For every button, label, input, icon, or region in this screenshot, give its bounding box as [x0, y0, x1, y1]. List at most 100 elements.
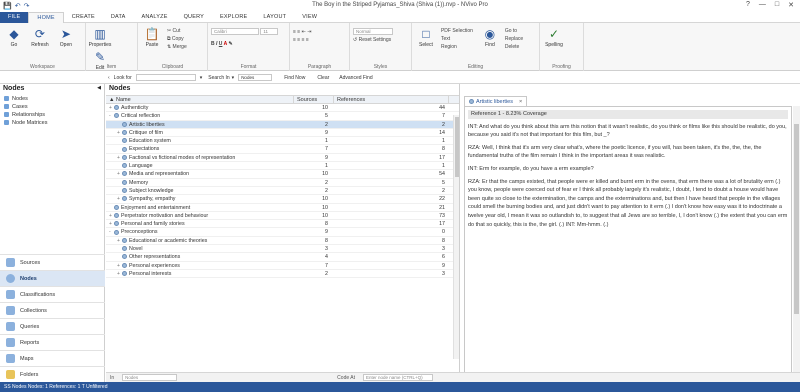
- advanced-find-button[interactable]: Advanced Find: [339, 75, 372, 81]
- tab-file[interactable]: FILE: [0, 11, 29, 23]
- delete-button[interactable]: Delete: [505, 43, 523, 51]
- list-scrollbar[interactable]: [453, 115, 459, 359]
- style-select[interactable]: Normal: [353, 28, 393, 36]
- table-row[interactable]: + Authenticity 10 44: [106, 104, 459, 113]
- font-color-icon[interactable]: A: [224, 41, 227, 47]
- tab-analyze[interactable]: ANALYZE: [134, 12, 176, 23]
- pdf-selection-button[interactable]: PDF Selection: [441, 27, 477, 35]
- nav-tree-cases[interactable]: Cases: [0, 103, 104, 111]
- clear-button[interactable]: Clear: [317, 75, 329, 81]
- close-tab-icon[interactable]: ×: [519, 99, 522, 105]
- nav-pin-icon[interactable]: ◀: [97, 85, 101, 94]
- table-row[interactable]: Artistic liberties 2 2: [106, 120, 459, 129]
- column-name[interactable]: ▲ Name: [106, 96, 294, 103]
- table-row[interactable]: Language 1 1: [106, 162, 459, 171]
- nav-nodes-button[interactable]: Nodes: [0, 270, 105, 286]
- table-row[interactable]: + Perpetrator motivation and behaviour 10 7…: [106, 212, 459, 221]
- font-size-select[interactable]: 11: [260, 28, 279, 36]
- reset-settings-button[interactable]: ↺ Reset Settings: [353, 36, 408, 44]
- nav-sources-button[interactable]: Sources: [0, 254, 105, 270]
- coded-content[interactable]: Reference 1 - 8.23% Coverage INT: And wh…: [464, 106, 792, 374]
- nav-reports-button[interactable]: Reports: [0, 334, 105, 350]
- align-icons[interactable]: ≡ ≡ ≡ ≡: [293, 36, 346, 44]
- dropdown-icon[interactable]: ▾: [200, 75, 203, 81]
- merge-button[interactable]: ⇅ Merge: [167, 43, 187, 51]
- tab-view[interactable]: VIEW: [294, 12, 325, 23]
- nav-tree-relationships[interactable]: Relationships: [0, 111, 104, 119]
- tab-home[interactable]: HOME: [28, 11, 64, 23]
- references-cell: 22: [439, 196, 445, 203]
- table-row[interactable]: Memory 2 5: [106, 179, 459, 187]
- column-references[interactable]: References: [334, 96, 449, 103]
- look-for-input[interactable]: [135, 74, 196, 81]
- in-field[interactable]: Nodes: [122, 374, 178, 381]
- table-row[interactable]: Expectations 7 8: [106, 145, 459, 154]
- table-row[interactable]: + Personal and family stories 8 17: [106, 220, 459, 229]
- open-button[interactable]: ➤ Open: [55, 25, 77, 48]
- italic-button[interactable]: I: [216, 41, 217, 47]
- code-at-input[interactable]: Enter node name (CTRL+Q): [362, 374, 433, 381]
- region-button[interactable]: Region: [441, 43, 477, 51]
- detail-scrollbar[interactable]: [793, 106, 800, 374]
- tab-data[interactable]: DATA: [103, 12, 134, 23]
- replace-button[interactable]: Replace: [505, 35, 523, 43]
- list-scrollbar-thumb[interactable]: [455, 117, 459, 177]
- highlight-icon[interactable]: ✎: [228, 41, 232, 47]
- list-icon[interactable]: ≡ ≡ ⇤ ⇥: [293, 28, 346, 36]
- select-button[interactable]: □ Select: [415, 25, 437, 48]
- copy-button[interactable]: ⧉ Copy: [167, 35, 187, 43]
- table-row[interactable]: Novel 3 3: [106, 245, 459, 254]
- table-row[interactable]: Enjoyment and entertainment 10 21: [106, 204, 459, 212]
- find-button[interactable]: ◉ Find: [479, 25, 501, 48]
- pencil-icon: ✎: [94, 50, 106, 64]
- table-row[interactable]: + Personal experiences 7 9: [106, 262, 459, 270]
- maximize-icon[interactable]: □: [775, 1, 779, 9]
- table-row[interactable]: + Educational or academic theories 8 8: [106, 237, 459, 246]
- detail-scrollbar-thumb[interactable]: [794, 124, 799, 314]
- table-row[interactable]: - Preconceptions 9 0: [106, 228, 459, 237]
- find-now-button[interactable]: Find Now: [284, 75, 305, 81]
- nav-tree-nodes[interactable]: Nodes: [0, 95, 104, 103]
- tab-layout[interactable]: LAYOUT: [255, 12, 294, 23]
- table-row[interactable]: Other representations 4 6: [106, 253, 459, 262]
- table-row[interactable]: - Critical reflection 5 7: [106, 112, 459, 121]
- nav-maps-button[interactable]: Maps: [0, 350, 105, 366]
- nav-folders-button[interactable]: Folders: [0, 366, 105, 382]
- search-scope-field[interactable]: Nodes: [238, 74, 273, 81]
- table-row[interactable]: + Factional vs fictional modes of represe…: [106, 154, 459, 163]
- nav-queries-button[interactable]: Queries: [0, 318, 105, 334]
- spelling-button[interactable]: ✓ Spelling: [543, 25, 565, 48]
- go-button[interactable]: ◆ Go: [3, 25, 25, 48]
- table-row[interactable]: + Critique of film 9 14: [106, 129, 459, 138]
- nav-classifications-button[interactable]: Classifications: [0, 286, 105, 302]
- minimize-icon[interactable]: —: [759, 1, 766, 9]
- nav-collapse-icon[interactable]: ‹: [108, 75, 110, 81]
- font-select[interactable]: Calibri: [211, 28, 259, 36]
- table-row[interactable]: Subject knowledge 2 2: [106, 187, 459, 196]
- search-in-dropdown-icon[interactable]: ▾: [232, 75, 235, 81]
- node-icon: [122, 129, 127, 135]
- node-list-view: Nodes ▲ Name Sources References + Authent…: [106, 84, 460, 382]
- paste-button[interactable]: 📋 Paste: [141, 25, 163, 48]
- tab-query[interactable]: QUERY: [176, 12, 212, 23]
- table-row[interactable]: + Sympathy, empathy 10 22: [106, 195, 459, 204]
- tab-explore[interactable]: EXPLORE: [212, 12, 255, 23]
- tab-create[interactable]: CREATE: [64, 12, 103, 23]
- tab-artistic-liberties[interactable]: Artistic liberties ×: [464, 96, 528, 106]
- properties-button[interactable]: ▥ Properties: [89, 25, 112, 48]
- table-row[interactable]: + Personal interests 2 3: [106, 270, 459, 279]
- refresh-button[interactable]: ⟳ Refresh: [29, 25, 51, 48]
- bold-button[interactable]: B: [211, 41, 215, 47]
- close-icon[interactable]: ✕: [788, 1, 794, 9]
- nav-collections-button[interactable]: Collections: [0, 302, 105, 318]
- search-in-button[interactable]: Search In: [208, 75, 229, 81]
- cut-button[interactable]: ✂ Cut: [167, 27, 187, 35]
- column-sources[interactable]: Sources: [294, 96, 334, 103]
- nav-tree-node-matrices[interactable]: Node Matrices: [0, 119, 104, 127]
- table-row[interactable]: Education system 1 1: [106, 137, 459, 146]
- underline-button[interactable]: U: [219, 41, 223, 47]
- text-button[interactable]: Text: [441, 35, 477, 43]
- help-icon[interactable]: ?: [746, 1, 750, 9]
- table-row[interactable]: + Media and representation 10 54: [106, 170, 459, 179]
- goto-button[interactable]: Go to: [505, 27, 523, 35]
